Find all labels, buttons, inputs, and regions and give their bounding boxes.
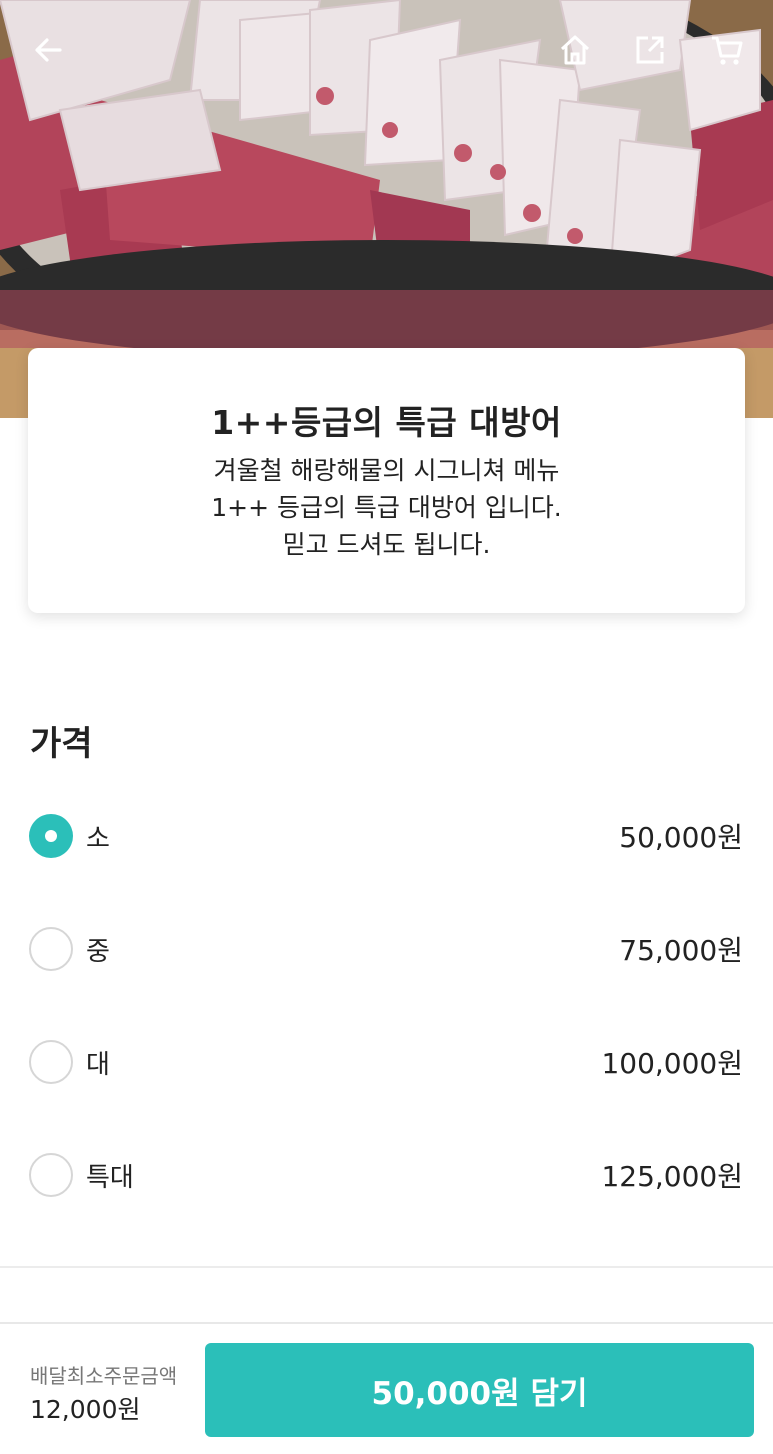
- price-option-label: 소: [86, 824, 110, 854]
- cart-button[interactable]: [703, 28, 751, 76]
- bottom-order-bar: 배달최소주문금액 12,000원 50,000원 담기: [0, 1322, 773, 1454]
- share-icon: [632, 32, 668, 72]
- menu-description-line: 1++ 등급의 특급 대방어 입니다.: [211, 493, 562, 522]
- home-icon: [557, 32, 593, 72]
- section-divider: [0, 1266, 773, 1268]
- price-option-label: 특대: [86, 1163, 134, 1193]
- back-arrow-icon: [30, 32, 66, 72]
- radio-button[interactable]: [29, 927, 73, 971]
- menu-description-line: 믿고 드셔도 됩니다.: [282, 530, 491, 559]
- price-section-title: 가격: [30, 724, 93, 764]
- menu-info-card: 1++등급의 특급 대방어 겨울철 해랑해물의 시그니쳐 메뉴 1++ 등급의 …: [28, 348, 745, 613]
- menu-description: 겨울철 해랑해물의 시그니쳐 메뉴 1++ 등급의 특급 대방어 입니다. 믿고…: [28, 452, 745, 563]
- menu-title: 1++등급의 특급 대방어: [211, 403, 562, 442]
- price-option-price: 100,000원: [601, 1047, 743, 1080]
- price-option-price: 125,000원: [601, 1160, 743, 1193]
- price-option-label: 대: [86, 1050, 110, 1080]
- price-option-label: 중: [86, 937, 110, 967]
- price-option-large[interactable]: 대 100,000원: [0, 1040, 773, 1120]
- min-order-value: 12,000원: [30, 1395, 141, 1424]
- menu-description-line: 겨울철 해랑해물의 시그니쳐 메뉴: [213, 456, 560, 485]
- min-order-label: 배달최소주문금액: [30, 1364, 178, 1388]
- price-option-price: 75,000원: [619, 934, 743, 967]
- price-option-medium[interactable]: 중 75,000원: [0, 927, 773, 1007]
- radio-button[interactable]: [29, 1040, 73, 1084]
- price-option-price: 50,000원: [619, 821, 743, 854]
- home-button[interactable]: [551, 28, 599, 76]
- share-button[interactable]: [626, 28, 674, 76]
- radio-button[interactable]: [29, 814, 73, 858]
- radio-button[interactable]: [29, 1153, 73, 1197]
- back-button[interactable]: [24, 28, 72, 76]
- add-to-cart-button[interactable]: 50,000원 담기: [205, 1343, 754, 1437]
- price-option-small[interactable]: 소 50,000원: [0, 814, 773, 894]
- cart-icon: [709, 32, 745, 72]
- price-option-extra-large[interactable]: 특대 125,000원: [0, 1153, 773, 1233]
